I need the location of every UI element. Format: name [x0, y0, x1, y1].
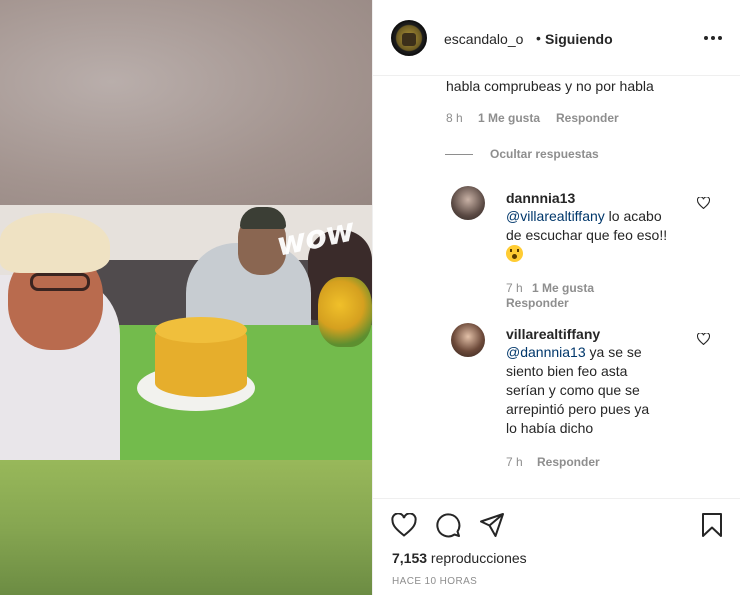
comments-section[interactable]: habla comprubeas y no por habla 8 h 1 Me… — [373, 77, 740, 497]
reply-respond-button[interactable]: Responder — [537, 455, 600, 469]
post-media[interactable]: wow — [0, 0, 372, 595]
reply-likes[interactable]: 1 Me gusta — [532, 281, 594, 295]
parent-comment-time[interactable]: 8 h — [446, 111, 463, 125]
video-blur-top — [0, 0, 372, 205]
author-username[interactable]: escandalo_o — [444, 31, 523, 47]
reply-username[interactable]: villarealtiffany — [506, 326, 600, 342]
reply-text-line-3: serían y como que se — [506, 382, 640, 398]
share-icon[interactable] — [479, 512, 505, 538]
header-separator: • — [536, 30, 541, 46]
post-header: escandalo_o • Siguiendo — [373, 0, 740, 76]
parent-comment-likes[interactable]: 1 Me gusta — [478, 111, 540, 125]
video-woman-glasses — [30, 273, 90, 291]
reply-mention-link[interactable]: @villarealtiffany — [506, 208, 605, 224]
reply-text-line-2: de escuchar que feo eso!! — [506, 227, 668, 243]
video-flowers — [318, 277, 372, 347]
reply-avatar[interactable] — [451, 186, 485, 220]
author-avatar[interactable] — [391, 20, 427, 56]
video-cake-top — [155, 317, 247, 343]
more-options-icon[interactable] — [704, 36, 724, 42]
astonished-face-icon — [506, 245, 523, 262]
like-comment-heart-icon[interactable] — [697, 333, 710, 345]
reply-text-line-1: @villarealtiffany lo acabo — [506, 208, 662, 224]
reply-mention-link[interactable]: @dannnia13 — [506, 344, 586, 360]
reply-username[interactable]: dannnia13 — [506, 190, 575, 206]
reply-text-line-4: arrepintió pero pues ya — [506, 401, 650, 417]
post-actions: 7,153 reproducciones HACE 10 HORAS — [373, 498, 740, 595]
like-comment-heart-icon[interactable] — [697, 197, 710, 209]
reply-text-line-2: siento bien feo asta — [506, 363, 628, 379]
views-count[interactable]: 7,153 reproducciones — [392, 550, 527, 566]
post-sidebar: escandalo_o • Siguiendo habla comprubeas… — [372, 0, 740, 595]
parent-reply-button[interactable]: Responder — [556, 111, 619, 125]
comment-icon[interactable] — [435, 512, 461, 538]
parent-comment-text: habla comprubeas y no por habla — [446, 78, 654, 94]
hide-replies-line — [445, 154, 473, 155]
reply-emoji-line — [506, 245, 523, 264]
heart-icon[interactable] — [391, 513, 417, 537]
reply-respond-button[interactable]: Responder — [506, 296, 569, 310]
video-blur-bottom — [0, 460, 372, 595]
follow-status-button[interactable]: Siguiendo — [545, 31, 613, 47]
reply-time[interactable]: 7 h — [506, 455, 523, 469]
bookmark-icon[interactable] — [701, 512, 723, 538]
reply-text-line-5: lo había dicho — [506, 420, 594, 436]
post-timestamp[interactable]: HACE 10 HORAS — [392, 576, 477, 587]
hide-replies-button[interactable]: Ocultar respuestas — [490, 147, 599, 161]
reply-avatar[interactable] — [451, 323, 485, 357]
reply-text-line-1: @dannnia13 ya se se — [506, 344, 642, 360]
reply-time[interactable]: 7 h — [506, 281, 523, 295]
